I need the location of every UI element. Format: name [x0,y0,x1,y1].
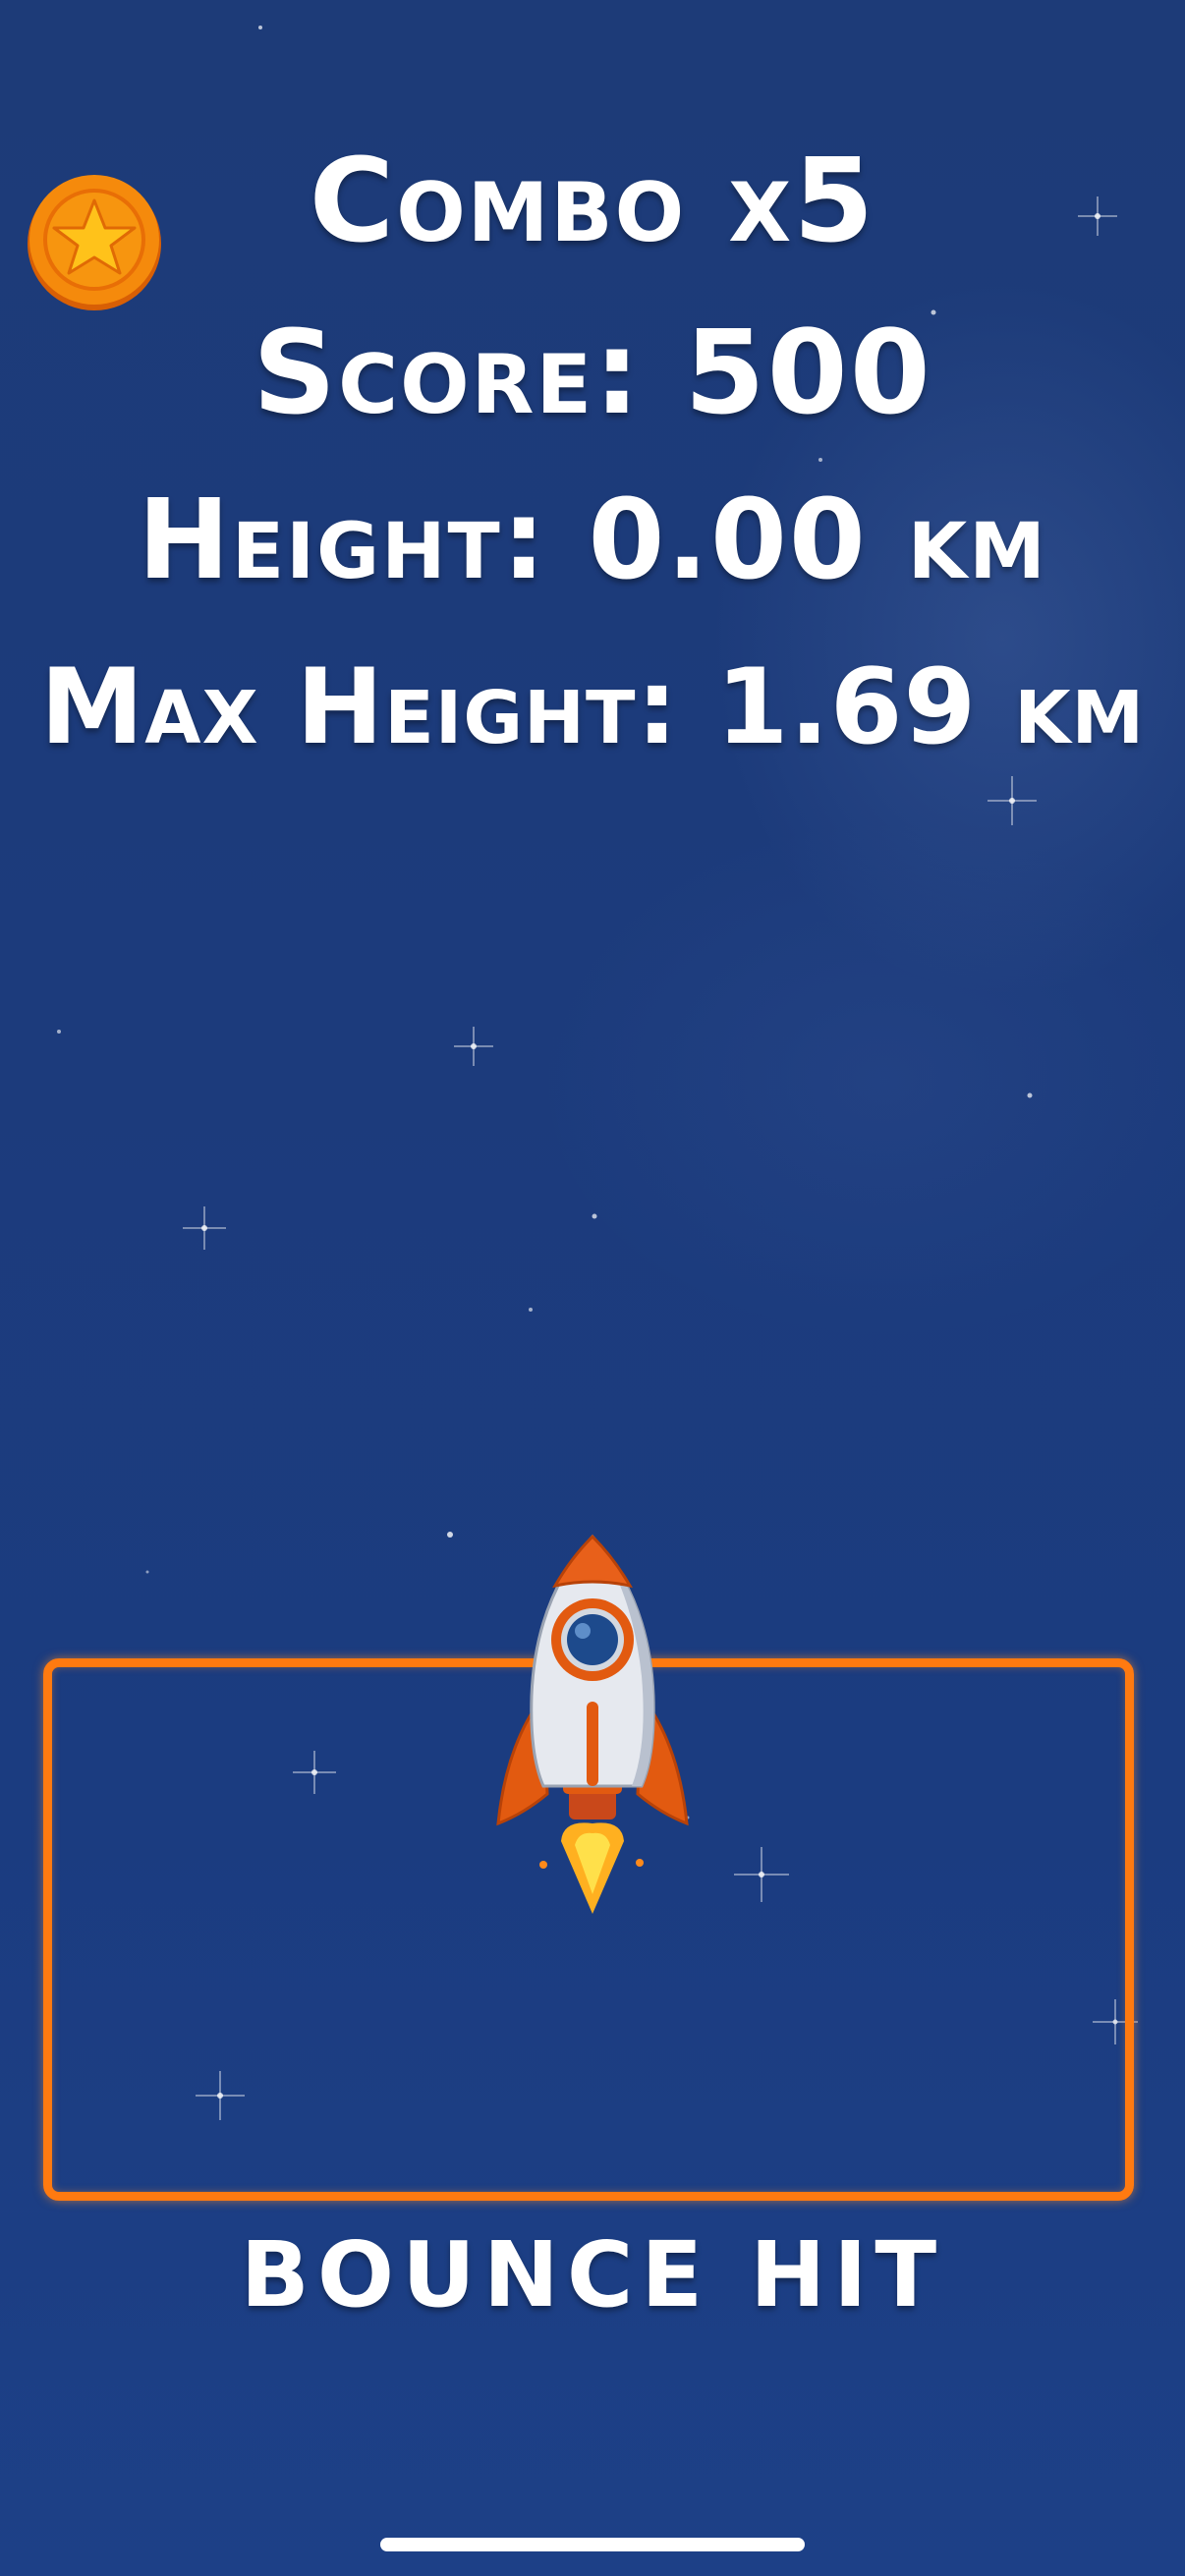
height-display: Height: 0.00 km [138,476,1047,604]
rocket-icon [496,1534,689,1914]
combo-counter: Combo x5 [309,133,876,268]
bounce-hit-label: BOUNCE HIT [240,2222,945,2327]
score-display: Score: 500 [253,305,932,440]
home-indicator[interactable] [380,2538,805,2551]
max-height-display: Max Height: 1.69 km [39,646,1146,767]
